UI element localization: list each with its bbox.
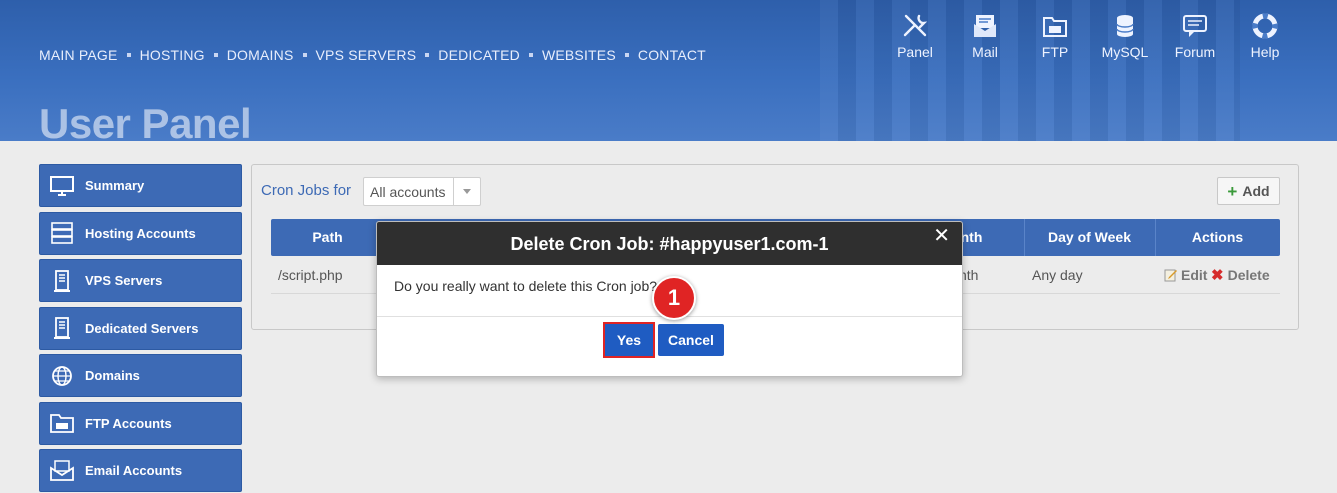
add-cron-button[interactable]: + Add — [1217, 177, 1280, 205]
nav-main-page[interactable]: MAIN PAGE — [39, 47, 118, 63]
sidebar-item-vps-servers[interactable]: VPS Servers — [39, 259, 242, 302]
column-header-path: Path — [312, 229, 343, 245]
close-icon[interactable]: ✕ — [933, 226, 950, 246]
sidebar-item-label: Domains — [85, 368, 140, 383]
sidebar-item-summary[interactable]: Summary — [39, 164, 242, 207]
cancel-button[interactable]: Cancel — [658, 324, 724, 356]
help-link[interactable]: Help — [1230, 12, 1300, 60]
nav-separator — [425, 53, 430, 57]
nav-separator — [213, 53, 218, 57]
nav-vps-servers[interactable]: VPS SERVERS — [316, 47, 417, 63]
sidebar: Summary Hosting Accounts VPS Servers Ded… — [39, 164, 242, 493]
sidebar-item-hosting-accounts[interactable]: Hosting Accounts — [39, 211, 242, 255]
tools-icon — [903, 14, 928, 37]
pencil-icon — [1164, 269, 1177, 282]
top-icon-bar: Panel Mail FTP MySQL Forum Help — [880, 12, 1300, 60]
chevron-down-icon — [453, 178, 480, 205]
mysql-label: MySQL — [1101, 44, 1149, 60]
edit-action[interactable]: Edit — [1164, 256, 1207, 294]
nav-domains[interactable]: DOMAINS — [227, 47, 294, 63]
mail-label: Mail — [972, 44, 998, 60]
lifebuoy-icon — [1252, 13, 1278, 39]
database-icon — [1116, 15, 1134, 37]
account-select[interactable]: All accounts — [363, 177, 481, 206]
add-button-label: Add — [1242, 183, 1270, 199]
envelope-icon — [50, 459, 74, 481]
sidebar-item-label: FTP Accounts — [85, 415, 172, 431]
cell-day-of-week: Any day — [1032, 267, 1083, 283]
monitor-icon — [50, 175, 74, 196]
mysql-link[interactable]: MySQL — [1090, 12, 1160, 60]
help-label: Help — [1250, 44, 1280, 60]
sidebar-item-label: Summary — [85, 178, 145, 193]
sidebar-item-label: Hosting Accounts — [85, 225, 196, 241]
ftp-folder-icon — [50, 414, 74, 433]
nav-separator — [126, 53, 131, 57]
dedicated-server-icon — [54, 317, 70, 339]
column-header-day-of-week: Day of Week — [1048, 229, 1131, 245]
sidebar-item-label: Dedicated Servers — [85, 320, 199, 336]
header: MAIN PAGE HOSTING DOMAINS VPS SERVERS DE… — [0, 0, 1337, 141]
nav-hosting[interactable]: HOSTING — [140, 47, 205, 63]
sidebar-item-dedicated-servers[interactable]: Dedicated Servers — [39, 306, 242, 350]
main-nav: MAIN PAGE HOSTING DOMAINS VPS SERVERS DE… — [39, 47, 706, 63]
sidebar-item-ftp-accounts[interactable]: FTP Accounts — [39, 401, 242, 445]
panel-label: Panel — [897, 44, 933, 60]
plus-icon: + — [1227, 181, 1238, 201]
modal-header: Delete Cron Job: #happyuser1.com-1 ✕ — [377, 222, 962, 265]
yes-button[interactable]: Yes — [603, 322, 655, 358]
nav-separator — [624, 53, 629, 57]
ftp-link[interactable]: FTP — [1020, 12, 1090, 60]
account-select-value: All accounts — [370, 183, 446, 200]
ftp-label: FTP — [1041, 44, 1069, 60]
server-stack-icon — [51, 222, 73, 244]
page-title: User Panel — [39, 100, 252, 141]
forum-label: Forum — [1174, 44, 1216, 60]
nav-websites[interactable]: WEBSITES — [542, 47, 616, 63]
sidebar-item-label: Email Accounts — [85, 463, 183, 478]
column-header-actions: Actions — [1191, 229, 1244, 245]
sidebar-item-label: VPS Servers — [85, 273, 163, 288]
sidebar-item-domains[interactable]: Domains — [39, 354, 242, 397]
panel-link[interactable]: Panel — [880, 12, 950, 60]
modal-message: Do you really want to delete this Cron j… — [394, 278, 658, 294]
ftp-folder-icon — [1043, 17, 1067, 37]
globe-icon — [52, 365, 72, 386]
mail-icon — [974, 15, 996, 37]
nav-separator — [302, 53, 307, 57]
cron-jobs-label: Cron Jobs for — [261, 182, 352, 199]
red-x-icon: ✖ — [1211, 267, 1224, 284]
step-number-badge: 1 — [652, 276, 696, 320]
delete-action[interactable]: ✖ Delete — [1211, 256, 1270, 294]
delete-label: Delete — [1227, 267, 1270, 283]
vps-server-icon — [54, 269, 70, 292]
nav-separator — [528, 53, 533, 57]
sidebar-item-email-accounts[interactable]: Email Accounts — [39, 449, 242, 492]
modal-title: Delete Cron Job: #happyuser1.com-1 — [510, 234, 829, 254]
cell-path: /script.php — [278, 267, 343, 283]
edit-label: Edit — [1181, 267, 1208, 283]
nav-dedicated[interactable]: DEDICATED — [438, 47, 520, 63]
forum-link[interactable]: Forum — [1160, 12, 1230, 60]
chat-icon — [1183, 15, 1207, 37]
nav-contact[interactable]: CONTACT — [638, 47, 706, 63]
mail-link[interactable]: Mail — [950, 12, 1020, 60]
